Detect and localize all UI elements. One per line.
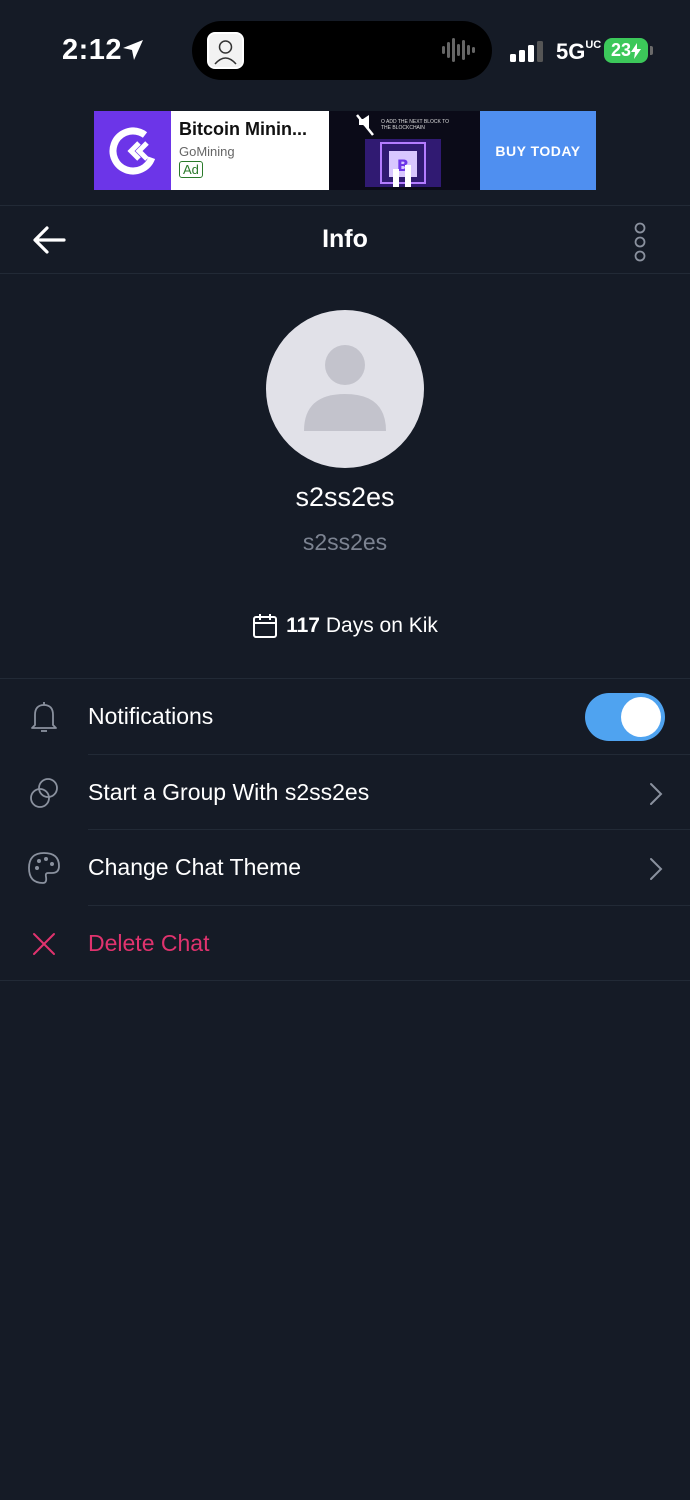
- charging-icon: [631, 42, 642, 59]
- ad-banner[interactable]: Bitcoin Minin... GoMining Ad B O ADD THE…: [94, 111, 596, 190]
- signal-icon: [510, 41, 543, 62]
- more-vertical-icon: [634, 222, 646, 262]
- ad-badge: Ad: [179, 161, 203, 178]
- battery-tip: [650, 46, 653, 55]
- now-playing-thumbnail-icon: [207, 32, 244, 69]
- change-theme-row[interactable]: Change Chat Theme: [0, 830, 690, 906]
- page-title: Info: [322, 225, 368, 253]
- network-label: 5GUC: [556, 39, 602, 64]
- default-avatar-icon: [304, 345, 386, 431]
- calendar-icon: [253, 614, 278, 638]
- battery-indicator: 23: [604, 38, 648, 63]
- palette-icon: [28, 852, 60, 884]
- ad-advertiser: GoMining: [179, 144, 235, 159]
- delete-chat-label: Delete Chat: [88, 929, 210, 956]
- group-icon: [30, 777, 58, 808]
- change-theme-label: Change Chat Theme: [88, 854, 302, 880]
- more-options-button[interactable]: [629, 222, 651, 262]
- notifications-label: Notifications: [88, 703, 214, 729]
- days-count: 117: [286, 614, 320, 637]
- ad-image: B O ADD THE NEXT BLOCK TO THE BLOCKCHAIN: [329, 111, 480, 190]
- chevron-right-icon: [650, 858, 663, 880]
- ad-image-caption: O ADD THE NEXT BLOCK TO THE BLOCKCHAIN: [381, 119, 449, 131]
- close-icon: [33, 932, 55, 955]
- avatar[interactable]: [266, 310, 424, 468]
- ad-buy-button[interactable]: BUY TODAY: [480, 111, 596, 190]
- days-on-kik: 117 Days on Kik: [0, 613, 690, 639]
- nav-bar: Info: [0, 205, 690, 274]
- username: s2ss2es: [302, 529, 388, 555]
- settings-menu: Notifications Start a Group With s2ss2es…: [0, 678, 690, 981]
- notifications-row: Notifications: [0, 679, 690, 755]
- dynamic-island[interactable]: [192, 21, 492, 80]
- chevron-right-icon: [650, 782, 663, 805]
- notifications-toggle[interactable]: [585, 693, 665, 741]
- start-group-row[interactable]: Start a Group With s2ss2es: [0, 755, 690, 830]
- ad-title: Bitcoin Minin...: [179, 119, 307, 139]
- bell-icon: [31, 702, 57, 732]
- ad-logo-icon: [94, 111, 171, 190]
- location-icon: [123, 40, 143, 60]
- start-group-label: Start a Group With s2ss2es: [88, 778, 370, 805]
- toggle-knob: [621, 697, 661, 737]
- waveform-icon: [442, 38, 475, 62]
- status-time: 2:12: [62, 34, 123, 66]
- status-bar: 2:12 5GUC 23: [0, 0, 690, 100]
- display-name: s2ss2es: [295, 482, 395, 512]
- ad-text: Bitcoin Minin... GoMining Ad: [171, 111, 329, 190]
- days-label: Days on Kik: [325, 614, 438, 637]
- delete-chat-row[interactable]: Delete Chat: [0, 906, 690, 981]
